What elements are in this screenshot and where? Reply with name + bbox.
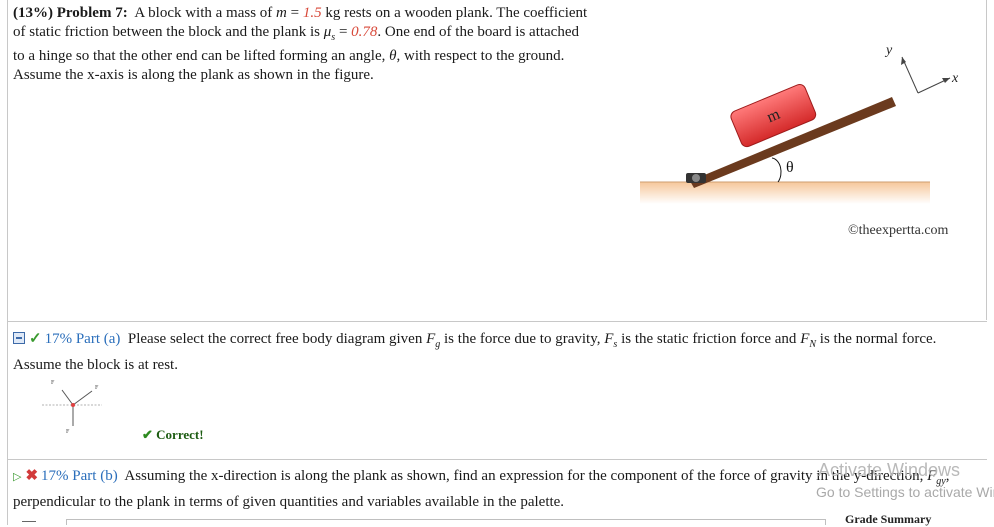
part-b-title[interactable]: 17% Part (b) — [41, 468, 118, 484]
free-body-diagram-thumbnail[interactable]: F F F — [40, 376, 120, 436]
fbd-fg-label: F — [66, 429, 70, 435]
activate-windows-subtitle[interactable]: Go to Settings to activate Windows. — [816, 484, 994, 500]
collapse-icon[interactable] — [13, 332, 25, 344]
bottom-dash — [22, 521, 36, 522]
ground — [640, 182, 930, 204]
fg-symbol: F — [426, 331, 436, 347]
x-mark-icon: ✖ — [25, 468, 39, 484]
angle-arc — [771, 157, 782, 183]
equals-sign: = — [286, 5, 303, 21]
fn-subscript: N — [809, 339, 817, 350]
problem-statement: (13%) Problem 7: A block with a mass of … — [13, 5, 588, 83]
figure-credit: ©theexpertta.com — [848, 223, 949, 238]
fs-subscript: s — [613, 339, 618, 350]
problem-text-1: A block with a mass of — [134, 5, 273, 21]
problem-figure: m θ y x — [640, 43, 959, 204]
hinge — [686, 173, 706, 183]
answer-input-box[interactable] — [66, 519, 826, 525]
part-a-text-2: is the force due to gravity, — [444, 331, 601, 347]
axis-x-label: x — [951, 71, 959, 86]
fg-subscript: g — [435, 339, 441, 350]
problem-header: (13%) Problem 7: — [13, 5, 128, 21]
part-b-text-1: Assuming the x-direction is along the pl… — [124, 468, 924, 484]
checkmark-icon: ✓ — [29, 331, 42, 347]
fn-symbol: F — [800, 331, 810, 347]
fbd-fs-label: F — [95, 385, 99, 391]
part-a-title[interactable]: 17% Part (a) — [45, 331, 121, 347]
part-a: ✓ 17% Part (a) Please select the correct … — [13, 329, 978, 375]
correct-text: Correct! — [156, 427, 204, 442]
frame-left-border — [7, 0, 8, 525]
part-a-text-3: is the static friction force and — [621, 331, 797, 347]
expand-arrow-icon[interactable]: ▷ — [13, 471, 21, 483]
section-divider — [7, 321, 987, 322]
mu-value: 0.78 — [351, 23, 378, 40]
angle-label: θ — [786, 159, 794, 176]
axes-indicator: y x — [884, 43, 959, 94]
theta-symbol: θ — [389, 48, 397, 64]
activate-windows-title: Activate Windows — [818, 460, 961, 480]
mass-variable: m — [276, 5, 287, 21]
fbd-fn-label: F — [51, 380, 55, 386]
mass-value: 1.5 — [302, 5, 322, 21]
correct-check-icon: ✔ — [142, 427, 153, 442]
axis-y-label: y — [884, 43, 893, 58]
part-a-text-1: Please select the correct free body diag… — [127, 331, 423, 347]
mu-subscript: s — [331, 31, 336, 43]
correct-feedback: ✔ Correct! — [142, 427, 204, 443]
